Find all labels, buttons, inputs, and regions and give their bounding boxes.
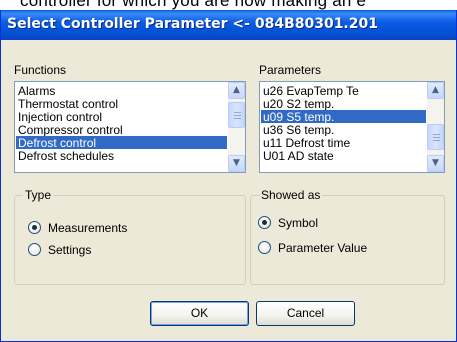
type-settings-label: Settings: [48, 243, 92, 257]
radio-checked-icon[interactable]: [258, 216, 271, 229]
functions-item-thermostat-control[interactable]: Thermostat control: [16, 97, 227, 110]
parameters-items: u26 EvapTemp Te u20 S2 temp. u09 S5 temp…: [261, 84, 426, 162]
functions-item-defrost-control[interactable]: Defrost control: [16, 136, 227, 149]
chevron-up-icon[interactable]: ▲: [228, 82, 245, 99]
radio-unchecked-icon[interactable]: [258, 241, 271, 254]
parameters-scroll-thumb[interactable]: [427, 124, 444, 150]
type-groupbox: Type Measurements Settings: [14, 188, 246, 285]
select-parameter-dialog: Select Controller Parameter <- 084B80301…: [0, 10, 457, 342]
dialog-title: Select Controller Parameter <- 084B80301…: [7, 16, 378, 32]
chevron-up-icon[interactable]: ▲: [427, 82, 444, 99]
functions-listbox[interactable]: Alarms Thermostat control Injection cont…: [14, 81, 246, 173]
parameters-scrollbar[interactable]: ▲ ▼: [427, 82, 444, 172]
parameters-listbox[interactable]: u26 EvapTemp Te u20 S2 temp. u09 S5 temp…: [259, 81, 445, 173]
parameters-item-u01[interactable]: U01 AD state: [261, 149, 426, 162]
functions-label: Functions: [14, 63, 67, 77]
parameters-label: Parameters: [259, 63, 322, 77]
functions-item-compressor-control[interactable]: Compressor control: [16, 123, 227, 136]
showed-as-parameter-value-label: Parameter Value: [278, 241, 368, 255]
functions-items: Alarms Thermostat control Injection cont…: [16, 84, 227, 162]
radio-checked-icon[interactable]: [28, 221, 41, 234]
cancel-button[interactable]: Cancel: [256, 301, 355, 326]
parameters-item-u20[interactable]: u20 S2 temp.: [261, 97, 426, 110]
parameters-item-u11[interactable]: u11 Defrost time: [261, 136, 426, 149]
type-group-title: Type: [23, 188, 54, 202]
functions-item-injection-control[interactable]: Injection control: [16, 110, 227, 123]
showed-as-group-title: Showed as: [259, 188, 323, 202]
functions-item-defrost-schedules[interactable]: Defrost schedules: [16, 149, 227, 162]
parameters-item-u26[interactable]: u26 EvapTemp Te: [261, 84, 426, 97]
chevron-down-icon[interactable]: ▼: [228, 155, 245, 172]
showed-as-groupbox: Showed as Symbol Parameter Value: [250, 188, 445, 285]
ok-button[interactable]: OK: [150, 301, 249, 326]
showed-as-symbol-label: Symbol: [278, 216, 319, 230]
functions-item-alarms[interactable]: Alarms: [16, 84, 227, 97]
type-measurements-label: Measurements: [48, 221, 128, 235]
parameters-item-u09[interactable]: u09 S5 temp.: [261, 110, 426, 123]
functions-scroll-thumb[interactable]: [228, 102, 245, 128]
parameters-item-u36[interactable]: u36 S6 temp.: [261, 123, 426, 136]
title-bar[interactable]: Select Controller Parameter <- 084B80301…: [1, 10, 456, 40]
functions-scrollbar[interactable]: ▲ ▼: [228, 82, 245, 172]
radio-unchecked-icon[interactable]: [28, 243, 41, 256]
chevron-down-icon[interactable]: ▼: [427, 155, 444, 172]
